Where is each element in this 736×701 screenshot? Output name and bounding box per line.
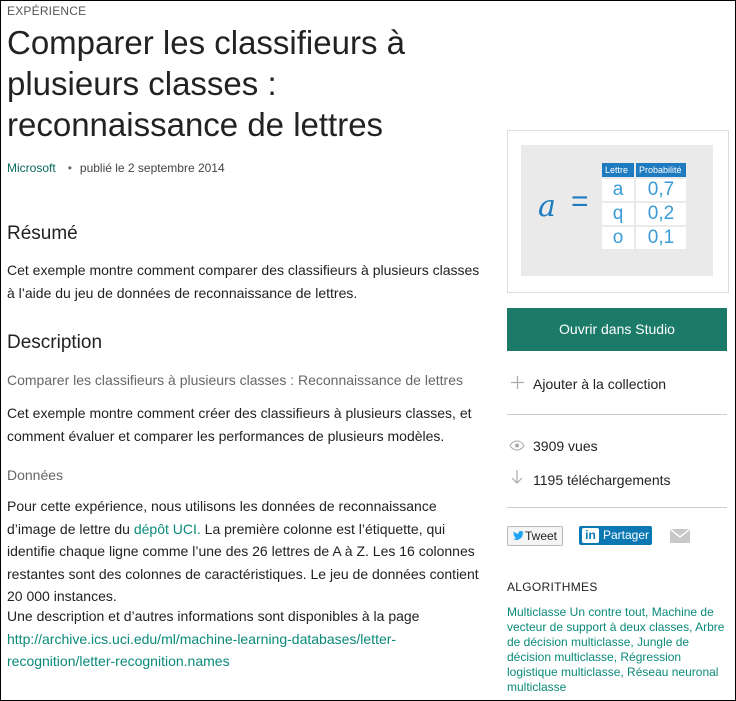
tweet-button[interactable]: Tweet <box>507 526 563 546</box>
tweet-label: Tweet <box>525 529 558 543</box>
table-row: q 0,2 <box>602 203 686 225</box>
table-row: a 0,7 <box>602 179 686 201</box>
more-info-paragraph: Une description et d’autres informations… <box>7 605 487 673</box>
description-text: Cet exemple montre comment créer des cla… <box>7 405 472 444</box>
plus-icon <box>507 376 527 393</box>
letter-cell: q <box>602 203 634 225</box>
algorithms-list[interactable]: Multiclasse Un contre tout, Machine de v… <box>507 605 729 695</box>
divider <box>507 507 727 508</box>
published-date: publié le 2 septembre 2014 <box>79 161 225 175</box>
letter-cell: a <box>602 179 634 201</box>
thumbnail-panel: a = Lettre Probabilité a 0,7 q 0,2 o 0,1 <box>521 145 713 276</box>
column-header-letter: Lettre <box>602 163 634 177</box>
more-info-text: Une description et d’autres informations… <box>7 608 420 624</box>
views-count: 3909 vues <box>533 438 598 454</box>
downloads-count: 1195 téléchargements <box>533 472 671 488</box>
probability-cell: 0,7 <box>636 179 686 201</box>
experiment-thumbnail: a = Lettre Probabilité a 0,7 q 0,2 o 0,1 <box>507 130 729 293</box>
description-heading: Description <box>7 332 103 353</box>
summary-heading: Résumé <box>7 223 78 244</box>
summary-text: Cet exemple montre comment comparer des … <box>7 262 480 301</box>
eye-icon <box>507 438 527 455</box>
mail-icon[interactable] <box>669 528 691 543</box>
probability-cell: 0,1 <box>636 227 686 249</box>
names-file-link[interactable]: http://archive.ics.uci.edu/ml/machine-le… <box>7 631 396 670</box>
equals-sign: = <box>571 185 589 218</box>
share-label: Partager <box>603 528 650 542</box>
add-to-collection-label: Ajouter à la collection <box>533 376 667 392</box>
uci-repository-link[interactable]: dépôt UCI. <box>134 521 201 537</box>
divider <box>507 414 727 415</box>
separator-dot: • <box>67 161 72 175</box>
algorithms-heading: ALGORITHMES <box>507 580 598 594</box>
views-stat: 3909 vues <box>507 438 598 455</box>
data-heading: Données <box>7 467 64 483</box>
open-in-studio-button[interactable]: Ouvrir dans Studio <box>507 308 727 351</box>
probability-cell: 0,2 <box>636 203 686 225</box>
download-arrow-icon <box>507 470 527 489</box>
description-subheading: Comparer les classifieurs à plusieurs cl… <box>7 372 463 388</box>
linkedin-icon: in <box>582 528 599 543</box>
handwritten-letter-glyph: a <box>538 189 556 224</box>
byline: Microsoft • publié le 2 septembre 2014 <box>7 161 225 175</box>
probability-table: Lettre Probabilité a 0,7 q 0,2 o 0,1 <box>600 161 688 251</box>
author-link[interactable]: Microsoft <box>7 161 56 175</box>
table-row: o 0,1 <box>602 227 686 249</box>
downloads-stat: 1195 téléchargements <box>507 470 671 489</box>
category-label: EXPÉRIENCE <box>7 4 87 18</box>
twitter-bird-icon <box>511 528 525 546</box>
column-header-probability: Probabilité <box>636 163 686 177</box>
linkedin-share-button[interactable]: in Partager <box>579 526 652 545</box>
letter-cell: o <box>602 227 634 249</box>
page-title: Comparer les classifieurs à plusieurs cl… <box>7 24 405 143</box>
add-to-collection-button[interactable]: Ajouter à la collection <box>507 376 666 393</box>
data-paragraph: Pour cette expérience, nous utilisons le… <box>7 495 487 608</box>
